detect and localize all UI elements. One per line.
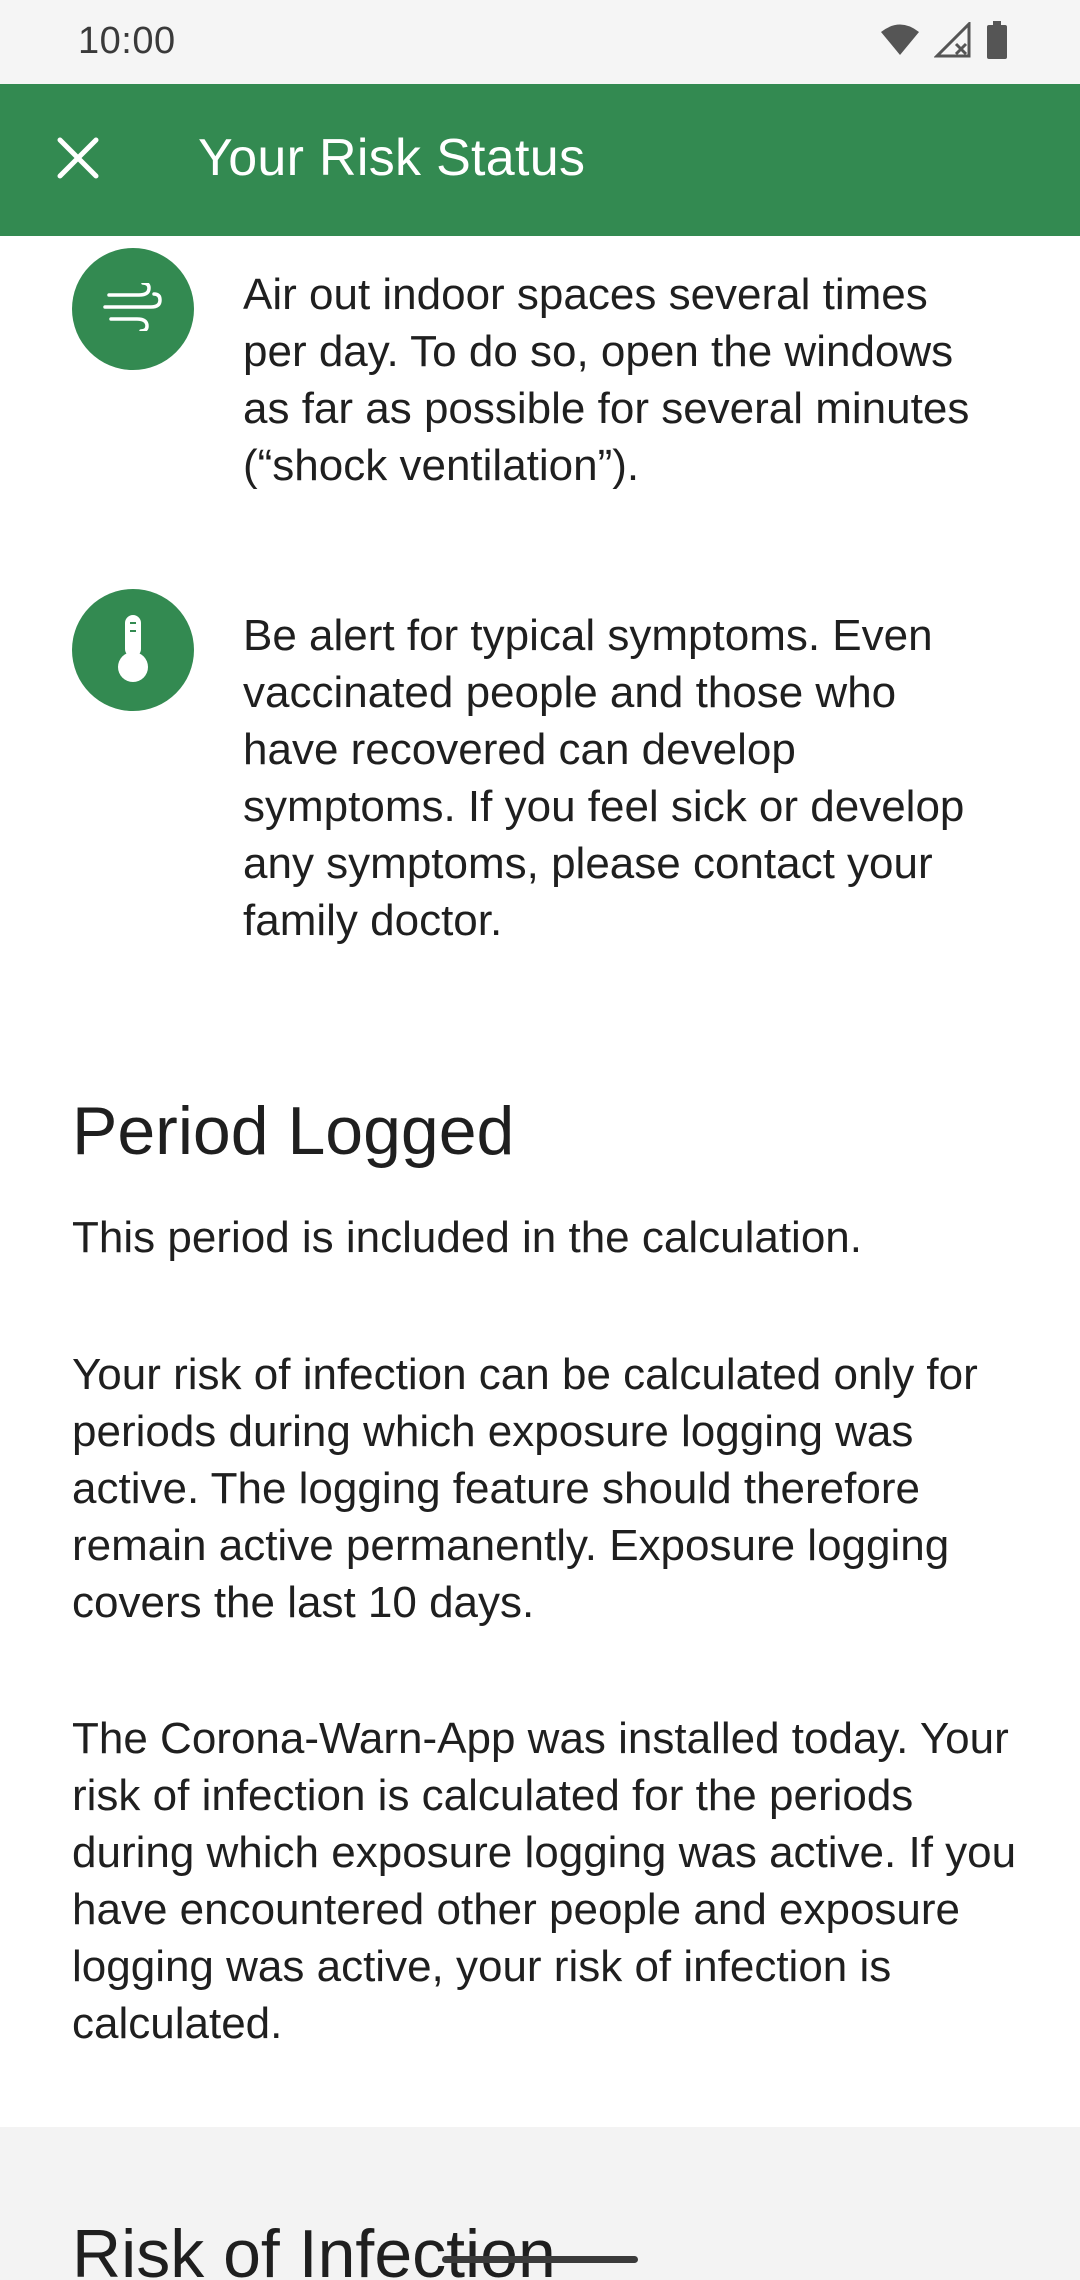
signal-icon: [933, 19, 972, 63]
page-title: Your Risk Status: [198, 129, 586, 187]
close-button[interactable]: [44, 126, 112, 194]
tip-text: Be alert for typical symptoms. Even vacc…: [243, 611, 965, 945]
gesture-nav-handle[interactable]: [442, 2256, 638, 2263]
battery-icon: [986, 20, 1008, 64]
content-scroll[interactable]: Air out indoor spaces several times per …: [0, 236, 1080, 2126]
wifi-icon: [880, 23, 920, 62]
period-explanation-text: Your risk of infection can be calculated…: [72, 1350, 978, 1627]
tip-text: Air out indoor spaces several times per …: [243, 270, 970, 490]
tip-icon-circle: [72, 589, 194, 711]
section-heading-risk: Risk of Infection: [72, 2216, 556, 2280]
status-icons: [880, 19, 1008, 64]
install-info-text: The Corona-Warn-App was installed today.…: [72, 1714, 1017, 2048]
period-included-text: This period is included in the calculati…: [72, 1213, 863, 1262]
tip-icon-circle: [72, 248, 194, 370]
status-time: 10:00: [78, 20, 176, 62]
close-icon: [56, 136, 100, 185]
thermometer-icon: [113, 613, 153, 688]
wind-icon: [103, 280, 163, 336]
section-heading-period-logged: Period Logged: [72, 1093, 515, 1169]
app-bar: Your Risk Status: [0, 84, 1080, 236]
status-bar: 10:00: [0, 0, 1080, 84]
